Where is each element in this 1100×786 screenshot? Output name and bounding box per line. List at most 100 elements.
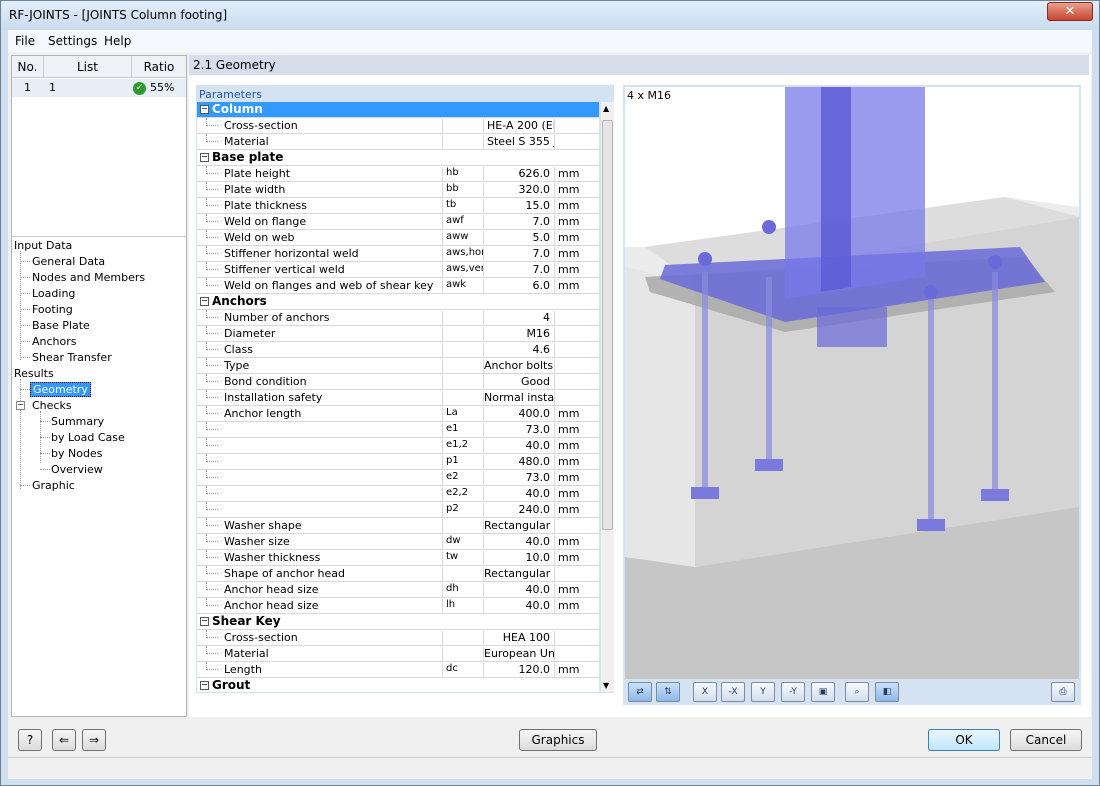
- collapse-icon[interactable]: −: [16, 401, 25, 410]
- tree-by-nodes[interactable]: by Nodes: [51, 447, 102, 460]
- cancel-button[interactable]: Cancel: [1010, 729, 1082, 751]
- group-shear-key[interactable]: − Shear Key: [197, 614, 599, 630]
- view-3d-icon[interactable]: ▣: [811, 682, 835, 702]
- client-area: No. List Ratio 1 1 ✓ 55% Input Data Gene…: [8, 52, 1092, 779]
- graphic-canvas[interactable]: 4 x M16: [625, 87, 1079, 679]
- section-title: 2.1 Geometry: [189, 55, 1089, 75]
- collapse-icon[interactable]: −: [200, 681, 209, 690]
- param-row[interactable]: Cross-section HEA 100: [197, 630, 599, 646]
- collapse-icon[interactable]: −: [200, 297, 209, 306]
- menu-settings[interactable]: Settings: [48, 34, 97, 48]
- param-row[interactable]: Weld on flanges and web of shear key awk 6…: [197, 278, 599, 294]
- scroll-thumb[interactable]: [602, 120, 613, 530]
- param-row[interactable]: Plate thickness tb 15.0 mm: [197, 198, 599, 214]
- collapse-icon[interactable]: −: [200, 153, 209, 162]
- graphics-button[interactable]: Graphics: [519, 729, 597, 751]
- param-row[interactable]: Anchor head size lh 40.0 mm: [197, 598, 599, 614]
- title-bar: RF-JOINTS - [JOINTS Column footing] ✕: [1, 1, 1099, 30]
- group-column[interactable]: − Column: [197, 102, 599, 118]
- param-row[interactable]: Washer size dw 40.0 mm: [197, 534, 599, 550]
- param-row[interactable]: Length dc 120.0 mm: [197, 662, 599, 678]
- group-anchors[interactable]: − Anchors: [197, 294, 599, 310]
- tree-anchors[interactable]: Anchors: [32, 335, 77, 348]
- view-iso-x-icon[interactable]: X: [693, 682, 717, 702]
- tree-by-load-case[interactable]: by Load Case: [51, 431, 125, 444]
- param-row[interactable]: Stiffener vertical weld aws,ver 7.0 mm: [197, 262, 599, 278]
- param-row[interactable]: TypeAnchor bolts w: [197, 358, 599, 374]
- param-row[interactable]: Installation safetyNormal installa: [197, 390, 599, 406]
- view-neg-x-icon[interactable]: -X: [721, 682, 745, 702]
- tree-geometry[interactable]: Geometry: [30, 382, 91, 397]
- param-row[interactable]: Number of anchors 4: [197, 310, 599, 326]
- param-row[interactable]: e1 73.0 mm: [197, 422, 599, 438]
- tree-overview[interactable]: Overview: [51, 463, 103, 476]
- tree-summary[interactable]: Summary: [51, 415, 104, 428]
- param-row[interactable]: Anchor head size dh 40.0 mm: [197, 582, 599, 598]
- param-row[interactable]: Weld on flange awf 7.0 mm: [197, 214, 599, 230]
- tree-footing[interactable]: Footing: [32, 303, 73, 316]
- param-row[interactable]: Plate width bb 320.0 mm: [197, 182, 599, 198]
- param-row[interactable]: Plate height hb 626.0 mm: [197, 166, 599, 182]
- zoom-icon[interactable]: ⌕: [845, 682, 869, 702]
- view-x-icon[interactable]: ⇄: [628, 682, 652, 702]
- column-footing-3d-icon: [625, 87, 1079, 679]
- tree-general-data[interactable]: General Data: [32, 255, 105, 268]
- param-row[interactable]: Anchor length La 400.0 mm: [197, 406, 599, 422]
- param-row[interactable]: Diameter M16: [197, 326, 599, 342]
- list-table: No. List Ratio 1 1 ✓ 55%: [12, 56, 186, 237]
- param-row[interactable]: e2 73.0 mm: [197, 470, 599, 486]
- tree-nodes-members[interactable]: Nodes and Members: [32, 271, 145, 284]
- close-button[interactable]: ✕: [1047, 2, 1093, 21]
- menu-file[interactable]: File: [15, 34, 35, 48]
- scroll-up-icon[interactable]: ▲: [603, 104, 609, 113]
- param-row[interactable]: Shape of anchor head Rectangular: [197, 566, 599, 582]
- param-row[interactable]: Material Steel S 355 J: [197, 134, 599, 150]
- tree-base-plate[interactable]: Base Plate: [32, 319, 90, 332]
- param-row[interactable]: e2,2 40.0 mm: [197, 486, 599, 502]
- param-row[interactable]: MaterialEuropean Unio: [197, 646, 599, 662]
- view-iso-y-icon[interactable]: Y: [751, 682, 775, 702]
- param-row[interactable]: p2 240.0 mm: [197, 502, 599, 518]
- tree-loading[interactable]: Loading: [32, 287, 75, 300]
- view-neg-y-icon[interactable]: -Y: [781, 682, 805, 702]
- left-panel: No. List Ratio 1 1 ✓ 55% Input Data Gene…: [11, 55, 187, 717]
- graphic-panel: 4 x M16 ⇄ ⇅ X -X Y -Y ▣ ⌕ ◧ ⎙: [623, 85, 1081, 705]
- menu-help[interactable]: Help: [104, 34, 131, 48]
- scroll-down-icon[interactable]: ▼: [603, 681, 609, 690]
- previous-icon[interactable]: ⇐: [52, 729, 76, 751]
- ok-button[interactable]: OK: [928, 729, 1000, 751]
- col-header-no[interactable]: No.: [12, 56, 44, 78]
- table-row[interactable]: 1 1 ✓ 55%: [12, 79, 186, 97]
- tree-checks[interactable]: Checks: [32, 399, 72, 412]
- main-panel: 2.1 Geometry Parameters − Column Cross-se…: [189, 55, 1091, 717]
- tree-shear-transfer[interactable]: Shear Transfer: [32, 351, 112, 364]
- navigation-tree: Input Data General Data Nodes and Member…: [12, 237, 186, 716]
- param-row[interactable]: e1,2 40.0 mm: [197, 438, 599, 454]
- param-row[interactable]: Bond condition Good: [197, 374, 599, 390]
- row-no: 1: [24, 81, 31, 94]
- next-icon[interactable]: ⇒: [82, 729, 106, 751]
- param-row[interactable]: p1 480.0 mm: [197, 454, 599, 470]
- param-row[interactable]: Class 4.6: [197, 342, 599, 358]
- vertical-scrollbar[interactable]: ▲ ▼: [601, 102, 614, 692]
- tree-graphic[interactable]: Graphic: [32, 479, 75, 492]
- param-row[interactable]: Washer thickness tw 10.0 mm: [197, 550, 599, 566]
- layers-icon[interactable]: ◧: [875, 682, 899, 702]
- row-list: 1: [49, 81, 56, 94]
- group-base-plate[interactable]: − Base plate: [197, 150, 599, 166]
- help-icon[interactable]: ?: [18, 729, 42, 751]
- view-y-icon[interactable]: ⇅: [656, 682, 680, 702]
- print-icon[interactable]: ⎙: [1051, 682, 1075, 702]
- bottom-bar: ? ⇐ ⇒ Graphics OK Cancel: [8, 719, 1092, 757]
- collapse-icon[interactable]: −: [200, 617, 209, 626]
- group-grout[interactable]: − Grout: [197, 678, 599, 692]
- tree-input-data[interactable]: Input Data: [14, 239, 72, 252]
- col-header-list[interactable]: List: [44, 56, 132, 78]
- param-row[interactable]: Cross-section HE-A 200 (EN: [197, 118, 599, 134]
- param-row[interactable]: Weld on web aww 5.0 mm: [197, 230, 599, 246]
- col-header-ratio[interactable]: Ratio: [132, 56, 186, 78]
- graphic-label: 4 x M16: [627, 89, 671, 102]
- collapse-icon[interactable]: −: [200, 105, 209, 114]
- param-row[interactable]: Washer shape Rectangular: [197, 518, 599, 534]
- param-row[interactable]: Stiffener horizontal weld aws,hor 7.0 mm: [197, 246, 599, 262]
